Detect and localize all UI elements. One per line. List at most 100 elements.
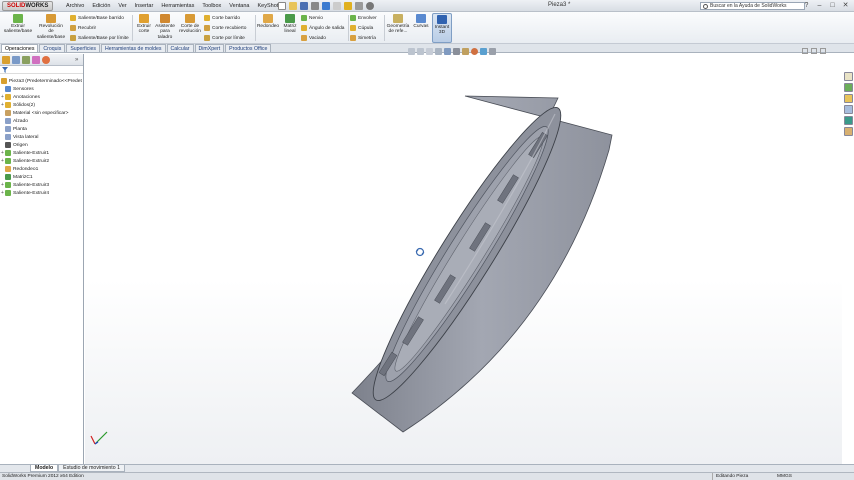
panel-expand-icon[interactable]: » (75, 56, 81, 64)
zoom-to-fit-icon[interactable] (408, 48, 415, 55)
tree-filter[interactable] (0, 66, 83, 74)
wrap-button[interactable]: Envolver (350, 15, 377, 21)
save-icon[interactable] (300, 2, 308, 10)
curves-button[interactable]: Curvas (412, 14, 430, 29)
reference-geometry-button[interactable]: Geometría de refe... (386, 14, 410, 35)
fillet-button[interactable]: Redondeo (257, 14, 279, 29)
menu-archivo[interactable]: Archivo (62, 2, 88, 10)
print-icon[interactable] (311, 2, 319, 10)
tab-estudio-movimiento[interactable]: Estudio de movimiento 1 (58, 465, 125, 472)
tree-item[interactable]: Sensores (0, 85, 83, 93)
instant3d-button[interactable]: Instant 3D (432, 13, 452, 43)
tree-item[interactable]: Vista lateral (0, 133, 83, 141)
linear-pattern-button[interactable]: Matriz lineal (281, 14, 299, 35)
tab-calcular[interactable]: Calcular (166, 44, 194, 52)
tree-item[interactable]: + Sólidos(2) (0, 101, 83, 109)
tree-item-label: MatrizC1 (13, 174, 33, 180)
tree-item[interactable]: + Saliente-Extruir3 (0, 181, 83, 189)
rib-button[interactable]: Nervio (301, 15, 323, 21)
open-folder-icon[interactable] (289, 2, 297, 10)
view-palette-icon[interactable] (844, 105, 853, 114)
zoom-to-area-icon[interactable] (417, 48, 424, 55)
boundary-cut-button[interactable]: Corte por límite (204, 35, 245, 41)
property-manager-icon[interactable] (12, 55, 20, 64)
disc-part[interactable] (351, 94, 613, 433)
custom-properties-icon[interactable] (844, 127, 853, 136)
lofted-cut-button[interactable]: Corte recubierto (204, 25, 246, 31)
mirror-icon (350, 35, 356, 41)
loft-button[interactable]: Recubrir (70, 25, 96, 31)
dimxpert-manager-icon[interactable] (32, 55, 40, 64)
mirror-button[interactable]: Simetría (350, 35, 376, 41)
rebuild-icon[interactable] (344, 2, 352, 10)
tab-dimxpert[interactable]: DimXpert (194, 44, 225, 52)
dome-button[interactable]: Cúpula (350, 25, 373, 31)
tab-modelo[interactable]: Modelo (30, 465, 59, 472)
menu-ventana[interactable]: Ventana (225, 2, 253, 10)
design-library-icon[interactable] (844, 83, 853, 92)
document-restore-icon[interactable] (811, 48, 817, 54)
revolve-cut-button[interactable]: Corte de revolución (178, 14, 202, 35)
tree-item[interactable]: MatrizC1 (0, 173, 83, 181)
extrude-boss-button[interactable]: Extruir saliente/base (3, 14, 33, 35)
document-close-icon[interactable] (820, 48, 826, 54)
tree-item[interactable]: Alzado (0, 117, 83, 125)
help-question-icon[interactable]: ? (802, 1, 811, 10)
maximize-icon[interactable]: □ (828, 1, 837, 10)
section-view-icon[interactable] (435, 48, 442, 55)
view-orientation-icon[interactable] (444, 48, 451, 55)
solidworks-logo[interactable]: SOLIDWORKS (2, 1, 54, 11)
revolve-boss-button[interactable]: Revolución de saliente/base (36, 14, 66, 40)
view-settings-icon[interactable] (489, 48, 496, 55)
apply-scene-icon[interactable] (480, 48, 487, 55)
undo-icon[interactable] (322, 2, 330, 10)
extrude-cut-button[interactable]: Extruir corte (134, 14, 154, 35)
tree-item[interactable]: Planta (0, 125, 83, 133)
feature-icon (5, 150, 11, 156)
tree-item[interactable]: Material <sin especificar> (0, 109, 83, 117)
appearances-icon[interactable] (844, 116, 853, 125)
options-gear-icon[interactable] (366, 2, 374, 10)
graphics-area[interactable] (85, 54, 842, 464)
tab-superficies[interactable]: Superficies (66, 44, 100, 52)
swept-cut-button[interactable]: Corte barrido (204, 15, 240, 21)
shell-button[interactable]: Vaciado (301, 35, 326, 41)
new-document-icon[interactable] (278, 2, 286, 10)
menu-edicion[interactable]: Edición (88, 2, 114, 10)
tab-operaciones[interactable]: Operaciones (1, 44, 39, 52)
menu-ver[interactable]: Ver (114, 2, 130, 10)
select-arrow-icon[interactable] (333, 2, 341, 10)
previous-view-icon[interactable] (426, 48, 433, 55)
tab-productos-office[interactable]: Productos Office (225, 44, 272, 52)
draft-button[interactable]: Ángulo de salida (301, 25, 344, 31)
tree-item[interactable]: + Saliente-Extruir1 (0, 149, 83, 157)
tab-croquis[interactable]: Croquis (39, 44, 66, 52)
solidworks-resources-icon[interactable] (844, 72, 853, 81)
file-explorer-icon[interactable] (844, 94, 853, 103)
close-icon[interactable]: ✕ (841, 1, 850, 10)
minimize-icon[interactable]: – (815, 1, 824, 10)
feature-manager-tree-icon[interactable] (2, 55, 10, 64)
display-manager-icon[interactable] (42, 55, 50, 64)
hole-wizard-button[interactable]: Asistente para taladro (155, 14, 175, 40)
document-minimize-icon[interactable] (802, 48, 808, 54)
display-style-icon[interactable] (453, 48, 460, 55)
tree-item[interactable]: Redondeo1 (0, 165, 83, 173)
menu-insertar[interactable]: Insertar (131, 2, 158, 10)
tab-herramientas-moldes[interactable]: Herramientas de moldes (100, 44, 166, 52)
tree-item[interactable]: + Saliente-Extruir2 (0, 157, 83, 165)
tree-item[interactable]: + Saliente-Extruir4 (0, 189, 83, 197)
status-units[interactable]: MMGS (777, 473, 792, 480)
boundary-boss-button[interactable]: Saliente/Base por límite (70, 35, 129, 41)
tree-item[interactable]: Origen (0, 141, 83, 149)
file-properties-icon[interactable] (355, 2, 363, 10)
edit-appearance-icon[interactable] (471, 48, 478, 55)
configuration-manager-icon[interactable] (22, 55, 30, 64)
swept-boss-button[interactable]: Saliente/Base barrido (70, 15, 124, 21)
menu-herramientas[interactable]: Herramientas (157, 2, 198, 10)
tree-item[interactable]: + Anotaciones (0, 93, 83, 101)
menu-toolbox[interactable]: Toolbox (198, 2, 225, 10)
hide-show-items-icon[interactable] (462, 48, 469, 55)
tree-root-part[interactable]: Pieza3 (Predeterminado<<Predet (0, 77, 83, 85)
help-search-input[interactable]: Buscar en la Ayuda de SolidWorks (700, 2, 805, 10)
